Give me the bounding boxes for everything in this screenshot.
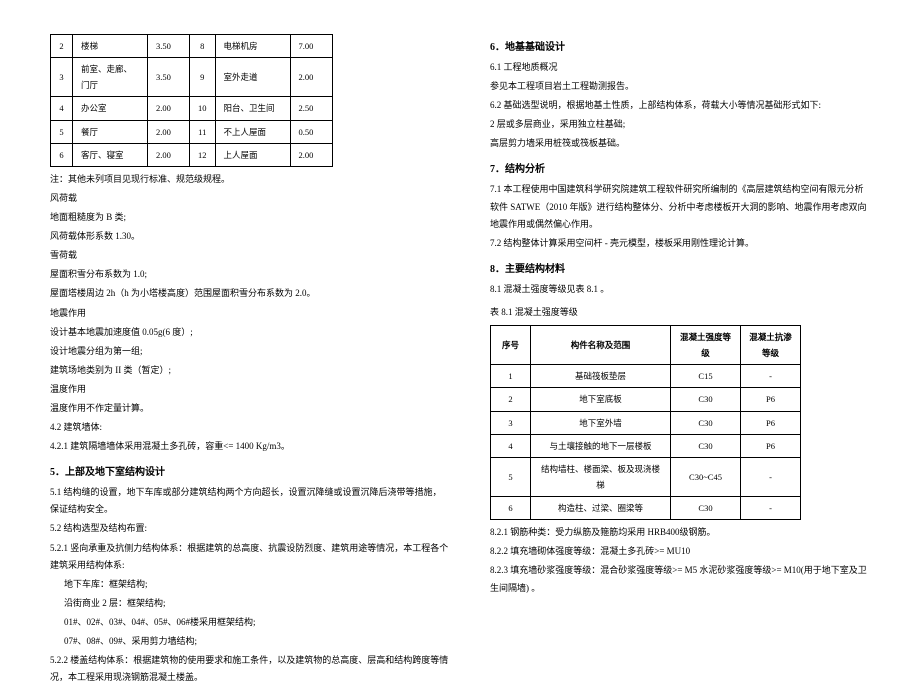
material-cell: 地下室外墙 xyxy=(531,411,671,434)
section-5-heading: 5．上部及地下室结构设计 xyxy=(50,463,450,482)
load-cell: 2.00 xyxy=(148,97,190,120)
load-cell: 4 xyxy=(51,97,73,120)
material-cell: 结构墙柱、楼面梁、板及现浇楼梯 xyxy=(531,457,671,496)
material-cell: 基础筏板垫层 xyxy=(531,365,671,388)
material-cell: C30 xyxy=(671,411,741,434)
table-81-caption: 表 8.1 混凝土强度等级 xyxy=(490,304,870,321)
s51: 5.1 结构缝的设置，地下车库或部分建筑结构两个方向超长，设置沉降缝或设置沉降后… xyxy=(50,484,450,518)
load-cell: 楼梯 xyxy=(73,35,148,58)
s62: 6.2 基础选型说明，根据地基土性质，上部结构体系，荷载大小等情况基础形式如下: xyxy=(490,97,870,114)
load-cell: 前室、走廊、门厅 xyxy=(73,58,148,97)
load-cell: 5 xyxy=(51,120,73,143)
s52: 5.2 结构选型及结构布置: xyxy=(50,520,450,537)
snow-tower: 屋面塔楼周边 2h（h 为小塔楼高度）范围屋面积雪分布系数为 2.0。 xyxy=(50,285,450,302)
load-cell: 不上人屋面 xyxy=(215,120,290,143)
load-cell: 阳台、卫生间 xyxy=(215,97,290,120)
load-table: 2楼梯3.508电梯机房7.003前室、走廊、门厅3.509室外走道2.004办… xyxy=(50,34,333,167)
material-cell: 2 xyxy=(491,388,531,411)
load-cell: 2.00 xyxy=(148,120,190,143)
load-cell: 客厅、寝室 xyxy=(73,143,148,166)
material-table: 序号构件名称及范围混凝土强度等级混凝土抗渗等级1基础筏板垫层C15-2地下室底板… xyxy=(490,325,801,520)
quake-title: 地震作用 xyxy=(50,305,450,322)
material-header: 混凝土抗渗等级 xyxy=(741,326,801,365)
wind-rough: 地面粗糙度为 B 类; xyxy=(50,209,450,226)
s42-heading: 4.2 建筑墙体: xyxy=(50,419,450,436)
s821: 8.2.1 钢筋种类：受力纵筋及箍筋均采用 HRB400级钢筋。 xyxy=(490,524,870,541)
s62b: 高层剪力墙采用桩筏或筏板基础。 xyxy=(490,135,870,152)
s521d: 07#、08#、09#、采用剪力墙结构; xyxy=(50,633,450,650)
material-cell: 1 xyxy=(491,365,531,388)
s522: 5.2.2 楼盖结构体系：根据建筑物的使用要求和施工条件，以及建筑物的总高度、层… xyxy=(50,652,450,686)
section-6-heading: 6．地基基础设计 xyxy=(490,38,870,57)
wind-shape: 风荷载体形系数 1.30。 xyxy=(50,228,450,245)
snow-coef: 屋面积雪分布系数为 1.0; xyxy=(50,266,450,283)
material-cell: 3 xyxy=(491,411,531,434)
section-8-heading: 8．主要结构材料 xyxy=(490,260,870,279)
s61a: 参见本工程项目岩土工程勘测报告。 xyxy=(490,78,870,95)
load-cell: 办公室 xyxy=(73,97,148,120)
load-cell: 9 xyxy=(190,58,216,97)
material-cell: C30~C45 xyxy=(671,457,741,496)
material-cell: P6 xyxy=(741,411,801,434)
s61: 6.1 工程地质概况 xyxy=(490,59,870,76)
material-cell: C15 xyxy=(671,365,741,388)
site-class: 建筑场地类别为 II 类（暂定）; xyxy=(50,362,450,379)
load-cell: 3.50 xyxy=(148,35,190,58)
material-cell: 地下室底板 xyxy=(531,388,671,411)
material-cell: 6 xyxy=(491,497,531,520)
load-cell: 0.50 xyxy=(290,120,332,143)
material-header: 构件名称及范围 xyxy=(531,326,671,365)
material-cell: - xyxy=(741,365,801,388)
s521b: 沿街商业 2 层：框架结构; xyxy=(50,595,450,612)
s62a: 2 层或多层商业，采用独立柱基础; xyxy=(490,116,870,133)
load-cell: 6 xyxy=(51,143,73,166)
material-cell: 与土壤接触的地下一层楼板 xyxy=(531,434,671,457)
material-cell: C30 xyxy=(671,434,741,457)
s81: 8.1 混凝土强度等级见表 8.1 。 xyxy=(490,281,870,298)
load-cell: 11 xyxy=(190,120,216,143)
s72: 7.2 结构整体计算采用空间杆 - 壳元模型，楼板采用刚性理论计算。 xyxy=(490,235,870,252)
s71: 7.1 本工程使用中国建筑科学研究院建筑工程软件研究所编制的《高层建筑结构空间有… xyxy=(490,181,870,232)
load-cell: 8 xyxy=(190,35,216,58)
material-cell: - xyxy=(741,497,801,520)
material-header: 混凝土强度等级 xyxy=(671,326,741,365)
material-header: 序号 xyxy=(491,326,531,365)
load-cell: 2.50 xyxy=(290,97,332,120)
temp-note: 温度作用不作定量计算。 xyxy=(50,400,450,417)
load-cell: 12 xyxy=(190,143,216,166)
load-cell: 2.00 xyxy=(290,58,332,97)
material-cell: 4 xyxy=(491,434,531,457)
load-cell: 电梯机房 xyxy=(215,35,290,58)
quake-group: 设计地震分组为第一组; xyxy=(50,343,450,360)
s521: 5.2.1 竖向承重及抗侧力结构体系：根据建筑的总高度、抗震设防烈度、建筑用途等… xyxy=(50,540,450,574)
load-cell: 餐厅 xyxy=(73,120,148,143)
material-cell: 5 xyxy=(491,457,531,496)
snow-title: 雪荷载 xyxy=(50,247,450,264)
material-cell: C30 xyxy=(671,388,741,411)
material-cell: 构造柱、过梁、圈梁等 xyxy=(531,497,671,520)
s521c: 01#、02#、03#、04#、05#、06#楼采用框架结构; xyxy=(50,614,450,631)
load-cell: 2 xyxy=(51,35,73,58)
material-cell: C30 xyxy=(671,497,741,520)
load-cell: 10 xyxy=(190,97,216,120)
s521a: 地下车库：框架结构; xyxy=(50,576,450,593)
load-cell: 上人屋面 xyxy=(215,143,290,166)
load-cell: 2.00 xyxy=(290,143,332,166)
load-cell: 3 xyxy=(51,58,73,97)
load-cell: 2.00 xyxy=(148,143,190,166)
load-cell: 室外走道 xyxy=(215,58,290,97)
material-cell: P6 xyxy=(741,434,801,457)
s823: 8.2.3 填充墙砂浆强度等级：混合砂浆强度等级>= M5 水泥砂浆强度等级>=… xyxy=(490,562,870,596)
quake-acc: 设计基本地震加速度值 0.05g(6 度）; xyxy=(50,324,450,341)
table-note: 注：其他未列项目见现行标准、规范级规程。 xyxy=(50,171,450,188)
s421: 4.2.1 建筑隔墙墙体采用混凝土多孔砖，容重<= 1400 Kg/m3。 xyxy=(50,438,450,455)
temp-title: 温度作用 xyxy=(50,381,450,398)
load-cell: 7.00 xyxy=(290,35,332,58)
section-7-heading: 7．结构分析 xyxy=(490,160,870,179)
load-cell: 3.50 xyxy=(148,58,190,97)
s822: 8.2.2 填充墙砌体强度等级：混凝土多孔砖>= MU10 xyxy=(490,543,870,560)
material-cell: P6 xyxy=(741,388,801,411)
wind-title: 风荷载 xyxy=(50,190,450,207)
material-cell: - xyxy=(741,457,801,496)
